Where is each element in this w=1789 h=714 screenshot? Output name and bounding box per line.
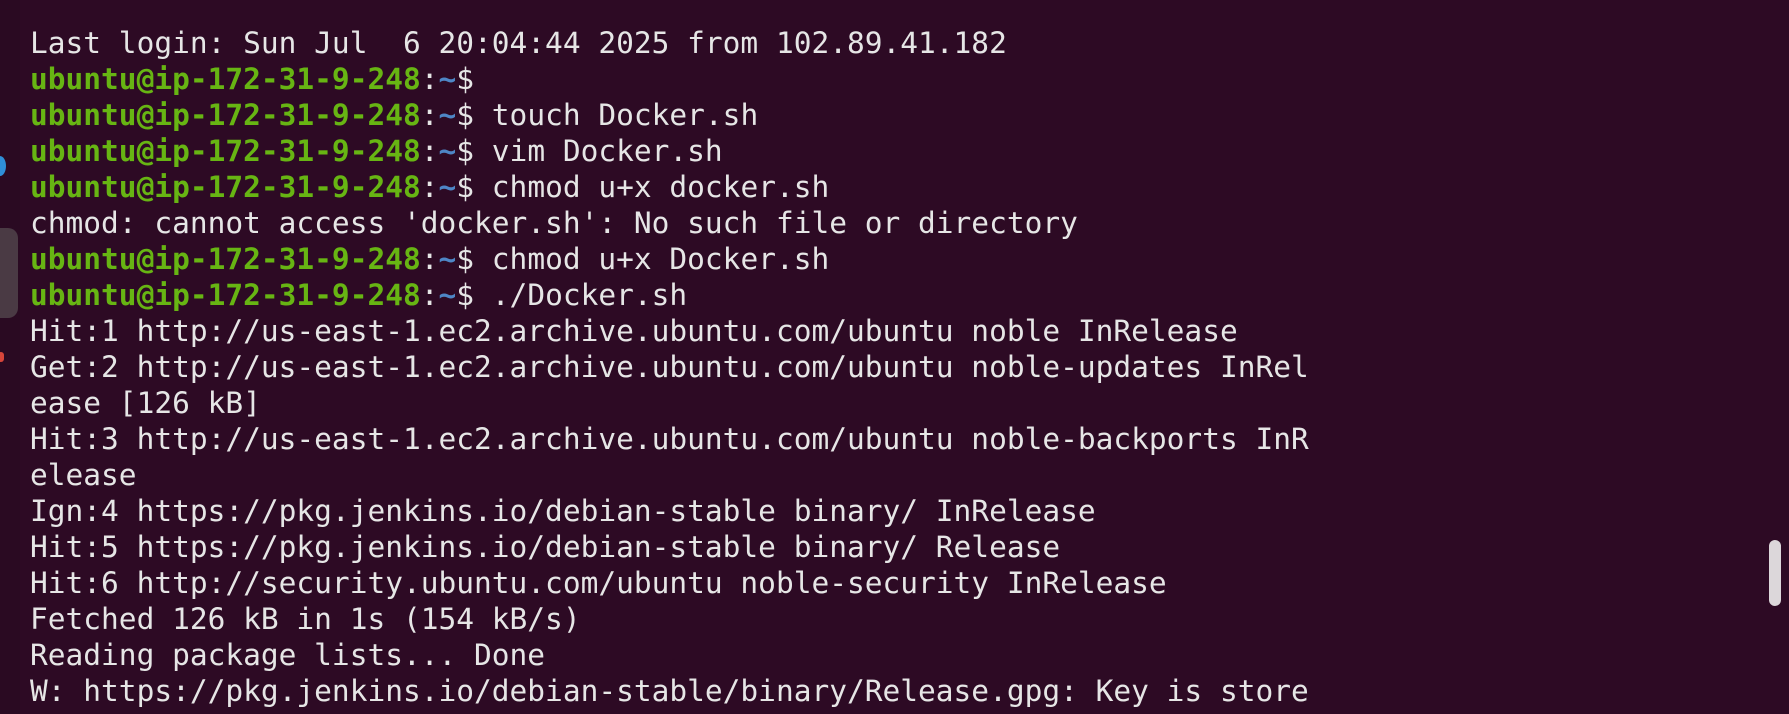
dock-sidebar xyxy=(0,0,20,714)
command-text: touch Docker.sh xyxy=(474,98,759,132)
command-line: ubuntu@ip-172-31-9-248:~$ xyxy=(30,61,1758,97)
prompt-user-host: ubuntu@ip-172-31-9-248 xyxy=(30,98,421,132)
command-text: chmod u+x Docker.sh xyxy=(474,242,830,276)
prompt-separator: : xyxy=(420,170,439,204)
command-text: chmod u+x docker.sh xyxy=(474,170,830,204)
prompt-path: ~ xyxy=(438,278,457,312)
prompt-symbol: $ xyxy=(456,62,475,96)
dock-app-icon[interactable] xyxy=(0,352,4,362)
prompt-symbol: $ xyxy=(456,278,475,312)
prompt-symbol: $ xyxy=(456,98,475,132)
output-line: Hit:1 http://us-east-1.ec2.archive.ubunt… xyxy=(30,314,1238,348)
prompt-separator: : xyxy=(420,278,439,312)
command-line: ubuntu@ip-172-31-9-248:~$ vim Docker.sh xyxy=(30,133,1758,169)
prompt-user-host: ubuntu@ip-172-31-9-248 xyxy=(30,242,421,276)
output-line: W: https://pkg.jenkins.io/debian-stable/… xyxy=(30,674,1309,708)
command-line: ubuntu@ip-172-31-9-248:~$ touch Docker.s… xyxy=(30,97,1758,133)
prompt-separator: : xyxy=(420,134,439,168)
output-line: ease [126 kB] xyxy=(30,386,261,420)
output-line: elease xyxy=(30,458,137,492)
prompt-path: ~ xyxy=(438,242,457,276)
output-line: Fetched 126 kB in 1s (154 kB/s) xyxy=(30,602,581,636)
error-line: chmod: cannot access 'docker.sh': No suc… xyxy=(30,206,1078,240)
output-line: Hit:3 http://us-east-1.ec2.archive.ubunt… xyxy=(30,422,1309,456)
prompt-separator: : xyxy=(420,98,439,132)
command-line: ubuntu@ip-172-31-9-248:~$ chmod u+x dock… xyxy=(30,169,1758,205)
output-line: Hit:6 http://security.ubuntu.com/ubuntu … xyxy=(30,566,1167,600)
prompt-symbol: $ xyxy=(456,134,475,168)
command-line: ubuntu@ip-172-31-9-248:~$ chmod u+x Dock… xyxy=(30,241,1758,277)
login-line: Last login: Sun Jul 6 20:04:44 2025 from… xyxy=(30,26,1007,60)
output-line: Ign:4 https://pkg.jenkins.io/debian-stab… xyxy=(30,494,1096,528)
prompt-user-host: ubuntu@ip-172-31-9-248 xyxy=(30,170,421,204)
prompt-user-host: ubuntu@ip-172-31-9-248 xyxy=(30,278,421,312)
prompt-path: ~ xyxy=(438,62,457,96)
terminal-output[interactable]: Last login: Sun Jul 6 20:04:44 2025 from… xyxy=(30,25,1758,714)
prompt-user-host: ubuntu@ip-172-31-9-248 xyxy=(30,62,421,96)
prompt-path: ~ xyxy=(438,98,457,132)
output-line: Reading package lists... Done xyxy=(30,638,546,672)
command-line: ubuntu@ip-172-31-9-248:~$ ./Docker.sh xyxy=(30,277,1758,313)
output-line: Get:2 http://us-east-1.ec2.archive.ubunt… xyxy=(30,350,1309,384)
prompt-path: ~ xyxy=(438,170,457,204)
command-text: ./Docker.sh xyxy=(474,278,688,312)
output-line: Hit:5 https://pkg.jenkins.io/debian-stab… xyxy=(30,530,1061,564)
prompt-user-host: ubuntu@ip-172-31-9-248 xyxy=(30,134,421,168)
dock-active-terminal-icon[interactable] xyxy=(0,228,18,318)
prompt-symbol: $ xyxy=(456,242,475,276)
dock-app-icon[interactable] xyxy=(0,156,6,176)
prompt-path: ~ xyxy=(438,134,457,168)
prompt-symbol: $ xyxy=(456,170,475,204)
prompt-separator: : xyxy=(420,242,439,276)
scrollbar-thumb[interactable] xyxy=(1769,540,1781,606)
command-text: vim Docker.sh xyxy=(474,134,723,168)
prompt-separator: : xyxy=(420,62,439,96)
